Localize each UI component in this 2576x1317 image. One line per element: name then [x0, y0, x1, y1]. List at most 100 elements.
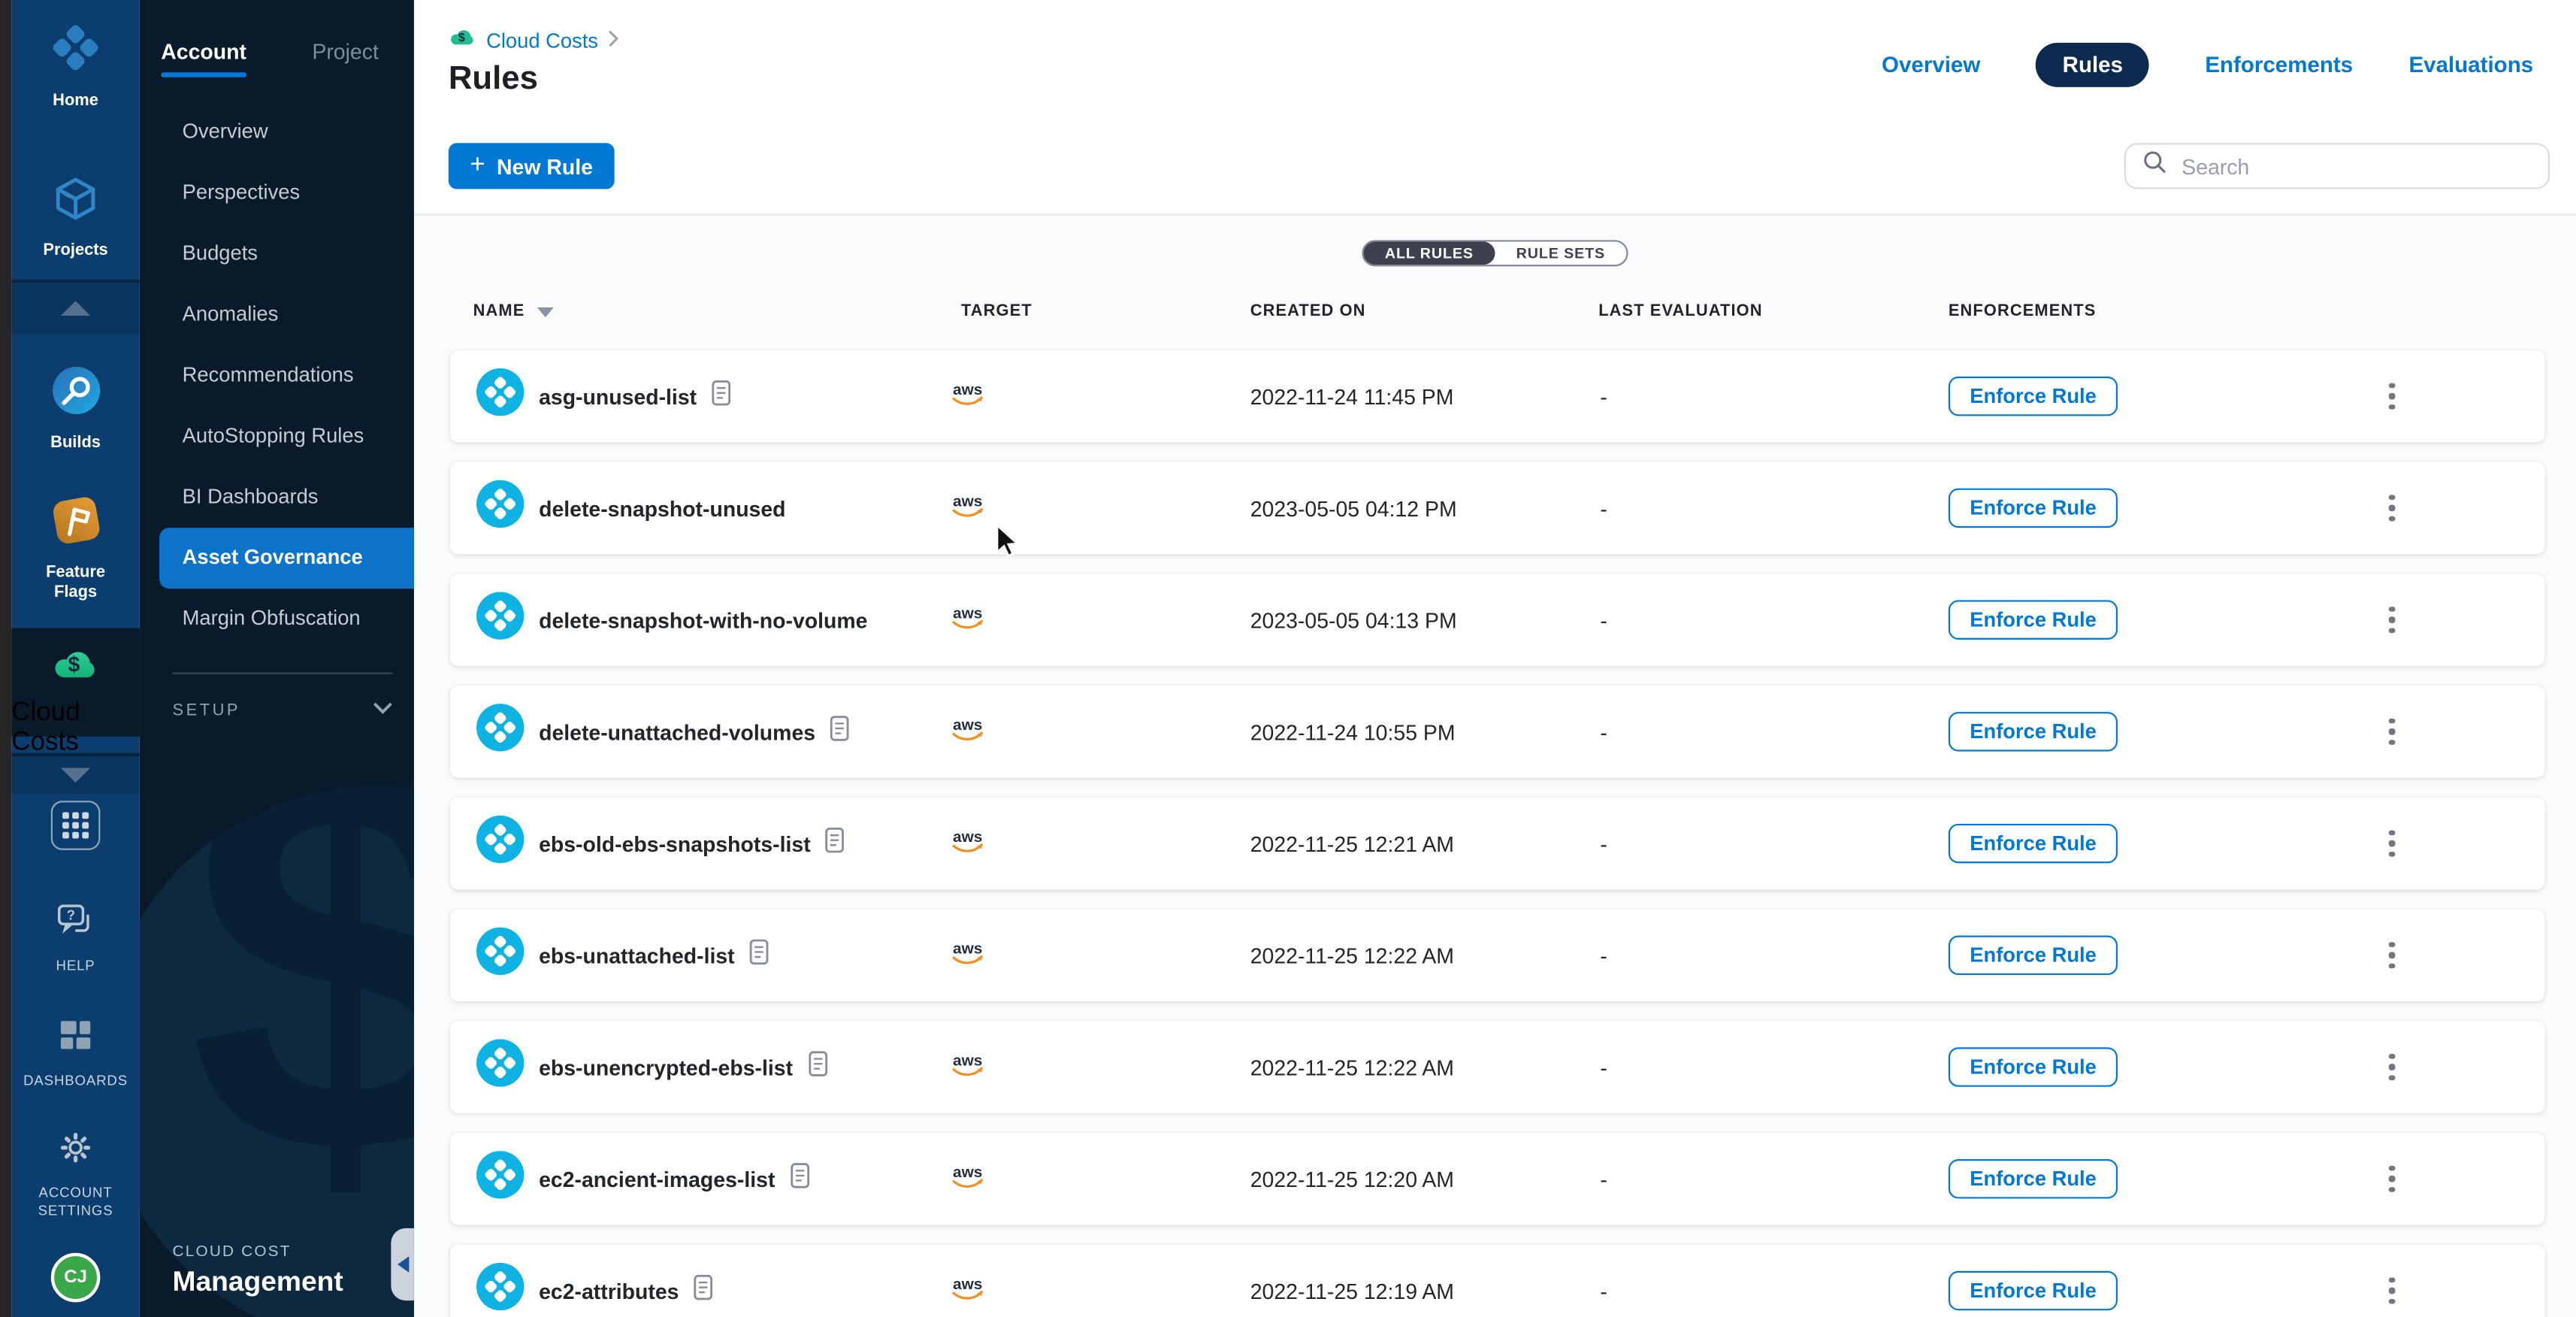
breadcrumb-link[interactable]: Cloud Costs	[486, 29, 598, 52]
scope-tab-project[interactable]: Project	[312, 39, 378, 77]
rule-name-cell: delete-snapshot-unused	[476, 462, 786, 554]
tab-evaluations[interactable]: Evaluations	[2408, 53, 2533, 77]
dashboards-grid-icon	[56, 1016, 95, 1064]
rule-name: ec2-attributes	[539, 1279, 679, 1303]
nav-item-margin-obfuscation[interactable]: Margin Obfuscation	[140, 589, 414, 649]
sidebar-item-builds[interactable]: Builds	[11, 363, 140, 453]
enforce-rule-button[interactable]: Enforce Rule	[1949, 489, 2118, 528]
rule-name: ec2-ancient-images-list	[539, 1167, 775, 1191]
rule-icon	[476, 1151, 524, 1206]
sidebar-item-account-settings[interactable]: ACCOUNT SETTINGS	[11, 1128, 140, 1219]
sidebar-item-cloud-costs[interactable]: $ Cloud Costs	[11, 628, 140, 737]
column-header-enforcements: ENFORCEMENTS	[1949, 302, 2097, 320]
sidebar-item-home[interactable]: Home	[11, 20, 140, 111]
row-menu-kebab-icon[interactable]	[2375, 1044, 2408, 1090]
row-menu-kebab-icon[interactable]	[2375, 1267, 2408, 1313]
note-icon[interactable]	[712, 379, 731, 413]
rule-last-evaluation-cell: -	[1600, 1133, 1607, 1225]
table-row[interactable]: ebs-unencrypted-ebs-list aws 2022-11-25 …	[450, 1021, 2544, 1113]
product-name: CLOUD COST Management	[173, 1243, 343, 1299]
rule-name-cell: ebs-unencrypted-ebs-list	[476, 1021, 827, 1113]
sidebar-item-projects[interactable]: Projects	[11, 173, 140, 262]
rule-created-cell: 2022-11-25 12:22 AM	[1250, 910, 1454, 1001]
rule-icon	[476, 1263, 524, 1317]
page-header: $ Cloud Costs Rules OverviewRulesEnforce…	[414, 0, 2576, 216]
help-chat-icon: ?	[54, 901, 97, 949]
nav-item-bi-dashboards[interactable]: BI Dashboards	[140, 467, 414, 528]
table-row[interactable]: ebs-unattached-list aws 2022-11-25 12:22…	[450, 910, 2544, 1001]
enforce-rule-button[interactable]: Enforce Rule	[1949, 824, 2118, 863]
nav-item-anomalies[interactable]: Anomalies	[140, 284, 414, 345]
table-row[interactable]: delete-snapshot-with-no-volume aws 2023-…	[450, 574, 2544, 665]
breadcrumb[interactable]: $ Cloud Costs	[449, 25, 620, 56]
plus-icon: +	[470, 150, 485, 180]
tab-rules[interactable]: Rules	[2036, 43, 2149, 87]
nav-setup[interactable]: SETUP	[173, 702, 393, 720]
nav-item-budgets[interactable]: Budgets	[140, 223, 414, 284]
row-menu-kebab-icon[interactable]	[2375, 932, 2408, 978]
note-icon[interactable]	[830, 714, 850, 749]
search-icon	[2142, 150, 2167, 183]
sidebar-item-label: ACCOUNT SETTINGS	[25, 1184, 127, 1220]
nav-item-perspectives[interactable]: Perspectives	[140, 163, 414, 224]
nav-item-asset-governance[interactable]: Asset Governance	[159, 528, 414, 589]
enforce-rule-button[interactable]: Enforce Rule	[1949, 377, 2118, 416]
note-icon[interactable]	[694, 1273, 713, 1308]
row-menu-kebab-icon[interactable]	[2375, 597, 2408, 643]
chevron-left-icon	[397, 1256, 408, 1273]
enforce-rule-button[interactable]: Enforce Rule	[1949, 1271, 2118, 1310]
modules-grid-icon	[62, 813, 89, 839]
table-row[interactable]: asg-unused-list aws 2022-11-24 11:45 PM …	[450, 350, 2544, 442]
enforce-rule-button[interactable]: Enforce Rule	[1949, 600, 2118, 639]
sidebar-scroll-up[interactable]	[11, 280, 140, 334]
nav-item-recommendations[interactable]: Recommendations	[140, 345, 414, 406]
row-menu-kebab-icon[interactable]	[2375, 1156, 2408, 1202]
rule-icon	[476, 928, 524, 983]
column-header-name[interactable]: NAME	[473, 302, 555, 320]
table-row[interactable]: delete-unattached-volumes aws 2022-11-24…	[450, 686, 2544, 777]
sidebar-item-feature-flags[interactable]: Feature Flags	[11, 493, 140, 604]
row-menu-kebab-icon[interactable]	[2375, 820, 2408, 866]
table-row[interactable]: ec2-ancient-images-list aws 2022-11-25 1…	[450, 1133, 2544, 1225]
table-row[interactable]: delete-snapshot-unused aws 2023-05-05 04…	[450, 462, 2544, 554]
sidebar-scroll-down[interactable]	[11, 753, 140, 795]
aws-logo-icon: aws	[948, 491, 987, 525]
enforce-rule-button[interactable]: Enforce Rule	[1949, 712, 2118, 751]
toggle-all-rules[interactable]: ALL RULES	[1363, 242, 1495, 265]
module-picker-button[interactable]	[51, 801, 101, 850]
rule-last-evaluation-cell: -	[1600, 1021, 1607, 1113]
scope-tab-account[interactable]: Account	[161, 39, 246, 77]
tab-enforcements[interactable]: Enforcements	[2205, 53, 2353, 77]
feature-flags-icon	[48, 493, 102, 556]
new-rule-label: New Rule	[497, 154, 593, 179]
nav-item-overview[interactable]: Overview	[140, 102, 414, 163]
table-row[interactable]: ec2-attributes aws 2022-11-25 12:19 AM -…	[450, 1245, 2544, 1317]
rule-name: ebs-unattached-list	[539, 943, 735, 967]
svg-text:aws: aws	[953, 492, 982, 510]
collapse-panel-button[interactable]	[391, 1228, 414, 1300]
rule-last-evaluation-cell: -	[1600, 910, 1607, 1001]
note-icon[interactable]	[790, 1161, 809, 1196]
row-menu-kebab-icon[interactable]	[2375, 709, 2408, 755]
tab-overview[interactable]: Overview	[1882, 53, 1980, 77]
note-icon[interactable]	[749, 938, 769, 973]
new-rule-button[interactable]: + New Rule	[449, 143, 615, 189]
search-input[interactable]	[2178, 152, 2532, 180]
user-avatar[interactable]: CJ	[51, 1253, 101, 1303]
rule-target-cell: aws	[948, 350, 987, 442]
note-icon[interactable]	[808, 1050, 827, 1085]
toggle-rule-sets[interactable]: RULE SETS	[1495, 242, 1626, 265]
row-menu-kebab-icon[interactable]	[2375, 485, 2408, 531]
note-icon[interactable]	[825, 826, 845, 861]
column-header-created-on: CREATED ON	[1250, 302, 1366, 320]
enforce-rule-button[interactable]: Enforce Rule	[1949, 936, 2118, 975]
sidebar-item-label: Projects	[43, 242, 107, 262]
enforce-rule-button[interactable]: Enforce Rule	[1949, 1159, 2118, 1198]
enforce-rule-button[interactable]: Enforce Rule	[1949, 1047, 2118, 1086]
row-menu-kebab-icon[interactable]	[2375, 374, 2408, 419]
aws-logo-icon: aws	[948, 826, 987, 861]
sidebar-item-help[interactable]: ? HELP	[11, 901, 140, 975]
nav-item-autostopping-rules[interactable]: AutoStopping Rules	[140, 406, 414, 467]
table-row[interactable]: ebs-old-ebs-snapshots-list aws 2022-11-2…	[450, 798, 2544, 889]
sidebar-item-dashboards[interactable]: DASHBOARDS	[11, 1016, 140, 1090]
